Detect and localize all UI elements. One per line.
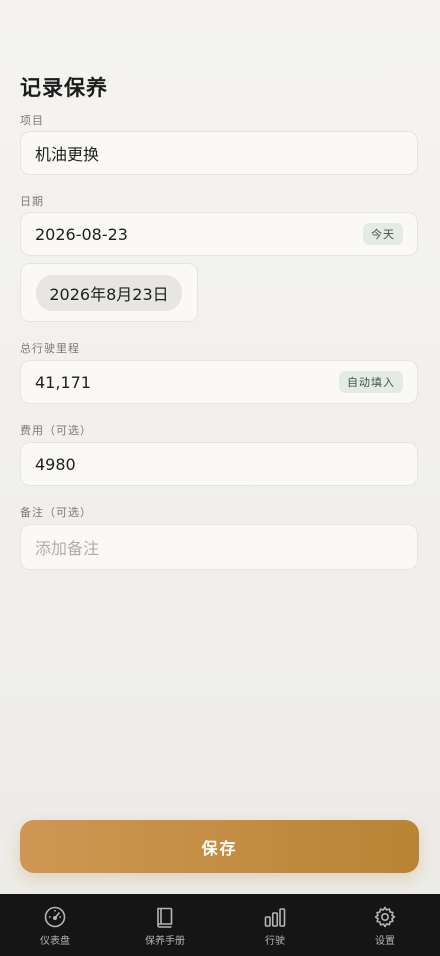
gauge-icon bbox=[44, 906, 66, 928]
book-icon bbox=[157, 907, 173, 928]
autofill-chip[interactable]: 自动填入 bbox=[339, 371, 403, 393]
date-picker[interactable]: 2026年8月23日 bbox=[20, 263, 198, 322]
tab-dashboard[interactable]: 仪表盘 bbox=[0, 894, 110, 956]
mileage-field[interactable]: 41,171 自动填入 bbox=[20, 360, 418, 404]
date-picker-value[interactable]: 2026年8月23日 bbox=[36, 274, 182, 311]
save-button-label: 保存 bbox=[201, 838, 238, 858]
date-value: 2026-08-23 bbox=[35, 224, 128, 244]
tab-settings-label: 设置 bbox=[375, 936, 395, 947]
cost-label: 费用（可选） bbox=[20, 424, 92, 437]
page-title: 记录保养 bbox=[20, 76, 108, 100]
date-field[interactable]: 2026-08-23 今天 bbox=[20, 212, 418, 256]
today-chip[interactable]: 今天 bbox=[363, 223, 403, 245]
gear-icon bbox=[374, 906, 396, 928]
notes-field[interactable]: 添加备注 bbox=[20, 524, 418, 570]
notes-label: 备注（可选） bbox=[20, 506, 92, 519]
date-label: 日期 bbox=[20, 195, 44, 208]
item-field[interactable]: 机油更换 bbox=[20, 131, 418, 175]
tab-driving[interactable]: 行驶 bbox=[220, 894, 330, 956]
item-value: 机油更换 bbox=[35, 145, 100, 164]
item-label: 项目 bbox=[20, 114, 44, 127]
tab-manual[interactable]: 保养手册 bbox=[110, 894, 220, 956]
tab-bar: 仪表盘 保养手册 行驶 设置 bbox=[0, 894, 440, 956]
notes-placeholder: 添加备注 bbox=[35, 539, 100, 558]
mileage-value: 41,171 bbox=[35, 372, 91, 392]
save-button[interactable]: 保存 bbox=[20, 820, 419, 873]
bar-chart-icon bbox=[264, 908, 286, 927]
tab-manual-label: 保养手册 bbox=[145, 936, 185, 947]
tab-dashboard-label: 仪表盘 bbox=[40, 936, 70, 947]
mileage-label: 总行驶里程 bbox=[20, 342, 80, 355]
cost-value: 4980 bbox=[35, 454, 76, 474]
tab-driving-label: 行驶 bbox=[265, 936, 285, 947]
tab-settings[interactable]: 设置 bbox=[330, 894, 440, 956]
cost-field[interactable]: 4980 bbox=[20, 442, 418, 486]
